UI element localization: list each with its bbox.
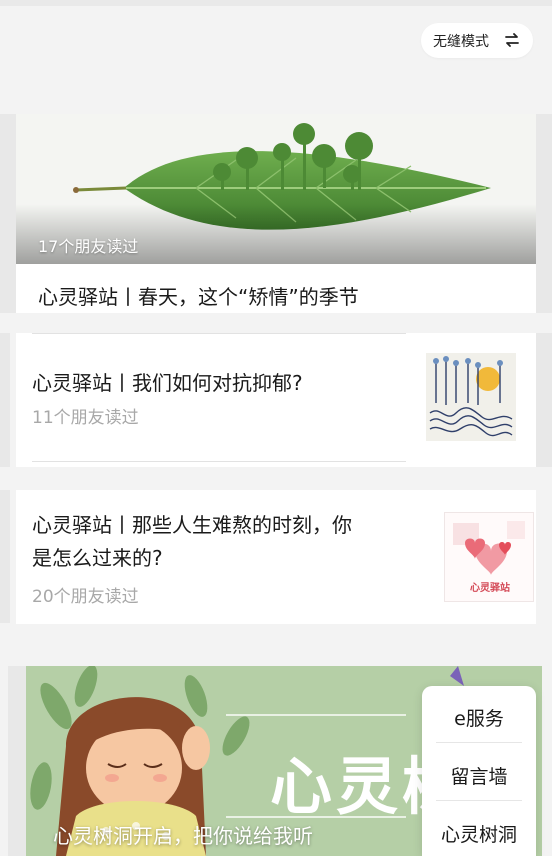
top-strip bbox=[0, 0, 552, 6]
article-item-hard-times[interactable]: 心灵驿站丨那些人生难熬的时刻，你 是怎么过来的? 20个朋友读过 心灵驿站 bbox=[16, 490, 536, 624]
article-title-line1: 心灵驿站丨那些人生难熬的时刻，你 bbox=[32, 513, 352, 537]
menu-separator bbox=[436, 800, 522, 801]
swap-icon bbox=[505, 33, 519, 47]
divider bbox=[32, 461, 406, 462]
article-read-count: 11个朋友读过 bbox=[32, 408, 139, 428]
menu-item-message-wall[interactable]: 留言墙 bbox=[422, 762, 536, 789]
seamless-mode-button[interactable]: 无缝模式 bbox=[421, 23, 533, 58]
menu-separator bbox=[436, 742, 522, 743]
card-read-count: 17个朋友读过 bbox=[38, 237, 139, 256]
edge-left-1 bbox=[0, 114, 16, 313]
leaf-hero-image: 17个朋友读过 bbox=[16, 114, 536, 264]
article-card-spring[interactable]: 17个朋友读过 心灵驿站丨春天，这个“矫情”的季节 bbox=[16, 114, 536, 313]
thumbnail-label: 心灵驿站 bbox=[470, 583, 510, 594]
article-thumbnail bbox=[426, 353, 516, 441]
article-thumbnail: 心灵驿站 bbox=[444, 512, 534, 602]
article-title-line2: 是怎么过来的? bbox=[32, 546, 163, 570]
edge-left-3 bbox=[0, 490, 10, 623]
menu-item-tree-hole[interactable]: 心灵树洞 bbox=[422, 820, 536, 847]
edge-right-2 bbox=[536, 333, 552, 467]
seamless-mode-label: 无缝模式 bbox=[433, 33, 489, 50]
article-title: 心灵驿站丨春天，这个“矫情”的季节 bbox=[38, 285, 359, 309]
floating-menu: e服务 留言墙 心灵树洞 bbox=[422, 686, 536, 856]
banner-caption: 心灵树洞开启，把你说给我听 bbox=[53, 824, 313, 848]
edge-right-1 bbox=[536, 114, 552, 313]
menu-item-e-service[interactable]: e服务 bbox=[422, 704, 536, 731]
article-title: 心灵驿站丨我们如何对抗抑郁? bbox=[32, 371, 303, 395]
edge-left-2 bbox=[0, 333, 10, 467]
article-item-depression[interactable]: 心灵驿站丨我们如何对抗抑郁? 11个朋友读过 bbox=[16, 333, 536, 467]
edge-left-4 bbox=[8, 666, 26, 856]
divider bbox=[32, 333, 406, 334]
article-read-count: 20个朋友读过 bbox=[32, 587, 139, 607]
top-area: 无缝模式 bbox=[0, 0, 552, 114]
